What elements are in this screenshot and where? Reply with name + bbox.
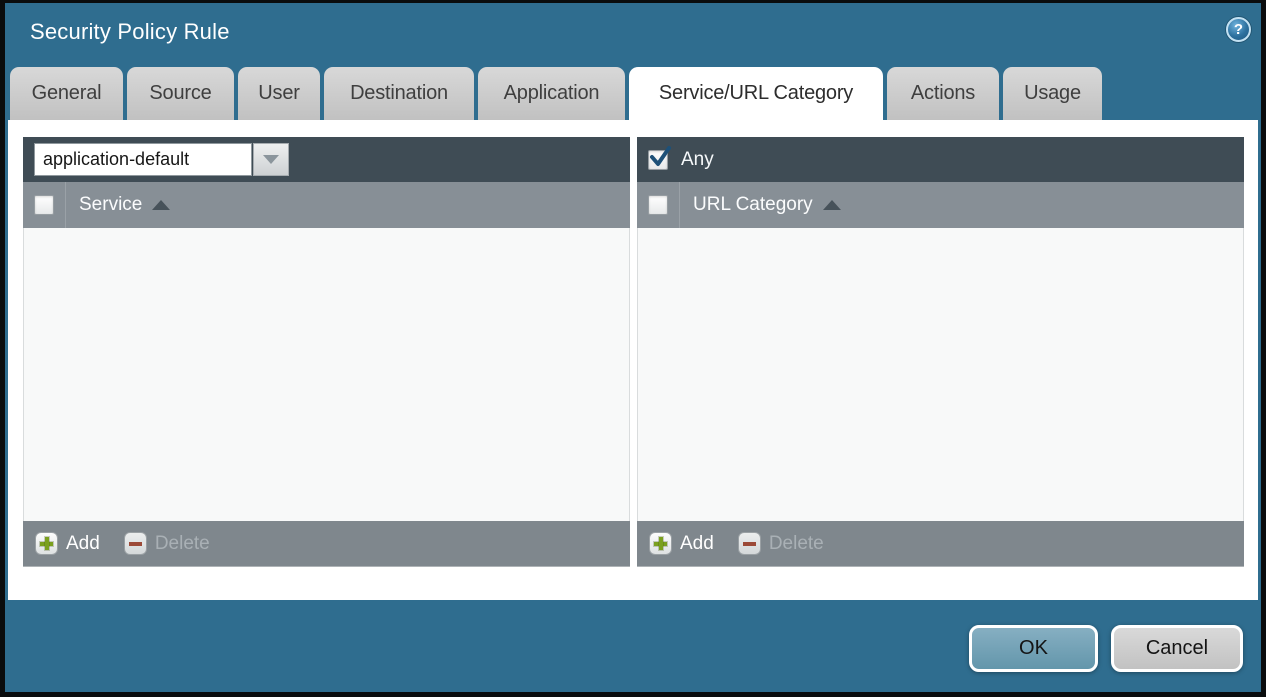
service-select-all-cell xyxy=(23,182,66,228)
service-delete-label: Delete xyxy=(155,533,210,555)
url-category-list xyxy=(637,228,1244,521)
service-type-combo: application-default xyxy=(34,143,289,176)
any-checkbox[interactable] xyxy=(648,150,668,170)
tab-actions[interactable]: Actions xyxy=(887,67,999,120)
tab-user[interactable]: User xyxy=(238,67,320,120)
checkmark-icon xyxy=(648,145,672,169)
any-checkbox-label[interactable]: Any xyxy=(681,149,714,171)
tab-source[interactable]: Source xyxy=(127,67,234,120)
service-toolbar: application-default xyxy=(23,137,630,182)
plus-icon xyxy=(649,532,672,555)
sort-ascending-icon[interactable] xyxy=(823,200,841,210)
dialog-title: Security Policy Rule xyxy=(30,19,230,45)
url-category-toolbar: Any xyxy=(637,137,1244,182)
service-delete-button[interactable]: Delete xyxy=(124,532,210,555)
help-icon[interactable]: ? xyxy=(1226,17,1251,42)
tab-service-url-category[interactable]: Service/URL Category xyxy=(629,67,883,120)
tab-usage[interactable]: Usage xyxy=(1003,67,1102,120)
service-type-dropdown-value[interactable]: application-default xyxy=(34,143,252,176)
url-category-select-all-checkbox[interactable] xyxy=(648,195,668,215)
minus-icon xyxy=(738,532,761,555)
tab-content-service-url-category: application-default Service xyxy=(8,120,1258,600)
service-type-dropdown-button[interactable] xyxy=(253,143,289,176)
service-column-header[interactable]: Service xyxy=(79,194,142,216)
url-category-add-label: Add xyxy=(680,533,714,555)
tab-application[interactable]: Application xyxy=(478,67,625,120)
tab-destination[interactable]: Destination xyxy=(324,67,474,120)
url-category-delete-button[interactable]: Delete xyxy=(738,532,824,555)
service-add-label: Add xyxy=(66,533,100,555)
minus-icon xyxy=(124,532,147,555)
service-add-button[interactable]: Add xyxy=(35,532,100,555)
url-category-delete-label: Delete xyxy=(769,533,824,555)
url-category-column-header[interactable]: URL Category xyxy=(693,194,813,216)
security-policy-rule-dialog: Security Policy Rule ? General Source Us… xyxy=(5,3,1261,692)
ok-button[interactable]: OK xyxy=(969,625,1098,672)
url-category-footer: Add Delete xyxy=(637,521,1244,567)
service-select-all-checkbox[interactable] xyxy=(34,195,54,215)
chevron-down-icon xyxy=(263,155,279,164)
cancel-button[interactable]: Cancel xyxy=(1111,625,1243,672)
dialog-action-row: OK Cancel xyxy=(969,625,1243,672)
sort-ascending-icon[interactable] xyxy=(152,200,170,210)
tab-general[interactable]: General xyxy=(10,67,123,120)
screenshot-viewport: Security Policy Rule ? General Source Us… xyxy=(0,0,1266,697)
tab-bar: General Source User Destination Applicat… xyxy=(10,67,1102,120)
url-category-add-button[interactable]: Add xyxy=(649,532,714,555)
url-category-column-header-row: URL Category xyxy=(637,182,1244,228)
service-panel: application-default Service xyxy=(23,137,630,567)
service-column-header-row: Service xyxy=(23,182,630,228)
url-category-panel: Any URL Category Add xyxy=(637,137,1244,567)
service-footer: Add Delete xyxy=(23,521,630,567)
url-category-select-all-cell xyxy=(637,182,680,228)
service-list xyxy=(23,228,630,521)
plus-icon xyxy=(35,532,58,555)
